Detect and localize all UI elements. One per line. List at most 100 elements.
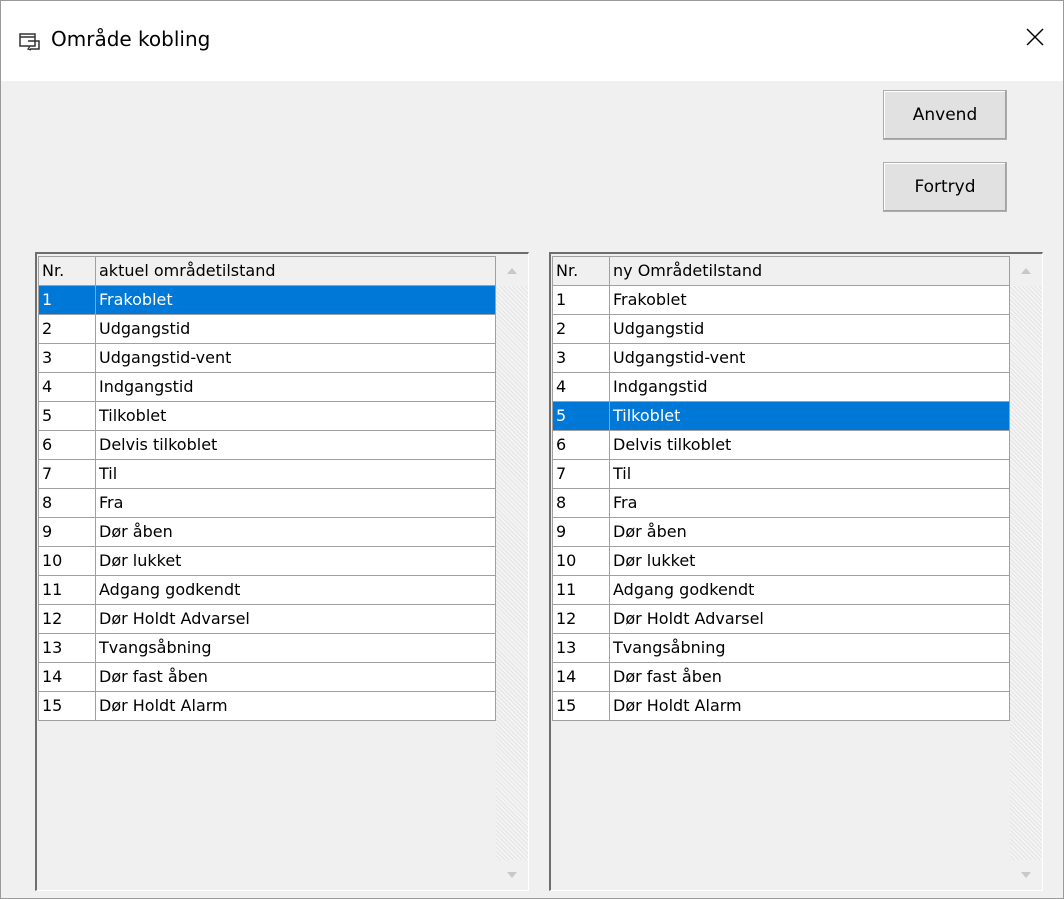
table-row[interactable]: 6 Delvis tilkoblet xyxy=(552,430,1010,460)
column-header-nr[interactable]: Nr. xyxy=(552,256,610,286)
cell-state[interactable]: Til xyxy=(95,459,496,489)
table-row[interactable]: 14 Dør fast åben xyxy=(38,662,496,692)
cancel-button[interactable]: Fortryd xyxy=(883,162,1007,212)
cell-state[interactable]: Tvangsåbning xyxy=(95,633,496,663)
table-row[interactable]: 15 Dør Holdt Alarm xyxy=(38,691,496,721)
table-row[interactable]: 9 Dør åben xyxy=(38,517,496,547)
cell-nr[interactable]: 6 xyxy=(38,430,96,460)
table-row[interactable]: 7 Til xyxy=(552,459,1010,489)
table-row[interactable]: 9 Dør åben xyxy=(552,517,1010,547)
table-row[interactable]: 13 Tvangsåbning xyxy=(552,633,1010,663)
cell-state[interactable]: Indgangstid xyxy=(609,372,1010,402)
table-row[interactable]: 12 Dør Holdt Advarsel xyxy=(38,604,496,634)
table-row[interactable]: 11 Adgang godkendt xyxy=(552,575,1010,605)
new-state-grid[interactable]: Nr. ny Områdetilstand 1 Frakoblet 2 Udgangsti… xyxy=(549,252,1043,891)
cell-state[interactable]: Fra xyxy=(95,488,496,518)
vertical-scrollbar[interactable] xyxy=(496,256,528,890)
table-row[interactable]: 14 Dør fast åben xyxy=(552,662,1010,692)
table-row[interactable]: 5 Tilkoblet xyxy=(552,401,1010,431)
column-header-state[interactable]: aktuel områdetilstand xyxy=(95,256,496,286)
apply-button[interactable]: Anvend xyxy=(883,90,1007,140)
cell-nr[interactable]: 9 xyxy=(552,517,610,547)
cell-nr[interactable]: 5 xyxy=(38,401,96,431)
cell-nr[interactable]: 1 xyxy=(38,285,96,315)
cell-state[interactable]: Dør fast åben xyxy=(95,662,496,692)
cell-state[interactable]: Adgang godkendt xyxy=(95,575,496,605)
table-row[interactable]: 10 Dør lukket xyxy=(38,546,496,576)
column-header-nr[interactable]: Nr. xyxy=(38,256,96,286)
cell-nr[interactable]: 6 xyxy=(552,430,610,460)
table-row[interactable]: 2 Udgangstid xyxy=(552,314,1010,344)
cell-state[interactable]: Udgangstid-vent xyxy=(95,343,496,373)
cell-state[interactable]: Dør lukket xyxy=(95,546,496,576)
cell-state[interactable]: Udgangstid-vent xyxy=(609,343,1010,373)
cell-state[interactable]: Delvis tilkoblet xyxy=(609,430,1010,460)
cell-nr[interactable]: 7 xyxy=(38,459,96,489)
cell-nr[interactable]: 8 xyxy=(552,488,610,518)
cell-state[interactable]: Dør Holdt Advarsel xyxy=(95,604,496,634)
current-state-grid[interactable]: Nr. aktuel områdetilstand 1 Frakoblet 2 Udgan… xyxy=(35,252,529,891)
scroll-up-button[interactable] xyxy=(1010,256,1042,286)
table-row[interactable]: 3 Udgangstid-vent xyxy=(552,343,1010,373)
cell-nr[interactable]: 5 xyxy=(552,401,610,431)
table-row[interactable]: 2 Udgangstid xyxy=(38,314,496,344)
cell-nr[interactable]: 11 xyxy=(38,575,96,605)
cell-nr[interactable]: 4 xyxy=(38,372,96,402)
cell-nr[interactable]: 2 xyxy=(38,314,96,344)
cell-state[interactable]: Udgangstid xyxy=(95,314,496,344)
cell-nr[interactable]: 9 xyxy=(38,517,96,547)
cell-state[interactable]: Frakoblet xyxy=(95,285,496,315)
table-row[interactable]: 4 Indgangstid xyxy=(552,372,1010,402)
cell-nr[interactable]: 3 xyxy=(38,343,96,373)
cell-state[interactable]: Dør fast åben xyxy=(609,662,1010,692)
cell-nr[interactable]: 15 xyxy=(552,691,610,721)
cell-nr[interactable]: 12 xyxy=(552,604,610,634)
scroll-down-button[interactable] xyxy=(496,860,528,890)
table-row[interactable]: 11 Adgang godkendt xyxy=(38,575,496,605)
column-header-state[interactable]: ny Områdetilstand xyxy=(609,256,1010,286)
cell-nr[interactable]: 14 xyxy=(552,662,610,692)
table-row[interactable]: 1 Frakoblet xyxy=(38,285,496,315)
cell-state[interactable]: Fra xyxy=(609,488,1010,518)
cell-nr[interactable]: 13 xyxy=(38,633,96,663)
table-row[interactable]: 4 Indgangstid xyxy=(38,372,496,402)
table-row[interactable]: 6 Delvis tilkoblet xyxy=(38,430,496,460)
cell-state[interactable]: Til xyxy=(609,459,1010,489)
cell-nr[interactable]: 4 xyxy=(552,372,610,402)
cell-nr[interactable]: 10 xyxy=(552,546,610,576)
table-row[interactable]: 5 Tilkoblet xyxy=(38,401,496,431)
cell-state[interactable]: Frakoblet xyxy=(609,285,1010,315)
cell-nr[interactable]: 2 xyxy=(552,314,610,344)
table-row[interactable]: 1 Frakoblet xyxy=(552,285,1010,315)
cell-state[interactable]: Indgangstid xyxy=(95,372,496,402)
cell-state[interactable]: Dør åben xyxy=(609,517,1010,547)
cell-nr[interactable]: 7 xyxy=(552,459,610,489)
table-row[interactable]: 7 Til xyxy=(38,459,496,489)
table-row[interactable]: 15 Dør Holdt Alarm xyxy=(552,691,1010,721)
cell-state[interactable]: Tvangsåbning xyxy=(609,633,1010,663)
scroll-up-button[interactable] xyxy=(496,256,528,286)
vertical-scrollbar[interactable] xyxy=(1010,256,1042,890)
scroll-down-button[interactable] xyxy=(1010,860,1042,890)
table-row[interactable]: 3 Udgangstid-vent xyxy=(38,343,496,373)
cell-nr[interactable]: 13 xyxy=(552,633,610,663)
cell-nr[interactable]: 12 xyxy=(38,604,96,634)
cell-nr[interactable]: 10 xyxy=(38,546,96,576)
cell-state[interactable]: Dør Holdt Alarm xyxy=(609,691,1010,721)
cell-nr[interactable]: 15 xyxy=(38,691,96,721)
cell-state[interactable]: Dør Holdt Advarsel xyxy=(609,604,1010,634)
cell-state[interactable]: Dør Holdt Alarm xyxy=(95,691,496,721)
cell-state[interactable]: Dør lukket xyxy=(609,546,1010,576)
cell-state[interactable]: Delvis tilkoblet xyxy=(95,430,496,460)
cell-state[interactable]: Adgang godkendt xyxy=(609,575,1010,605)
cell-state[interactable]: Tilkoblet xyxy=(95,401,496,431)
cell-state[interactable]: Dør åben xyxy=(95,517,496,547)
table-row[interactable]: 12 Dør Holdt Advarsel xyxy=(552,604,1010,634)
table-row[interactable]: 8 Fra xyxy=(552,488,1010,518)
cell-nr[interactable]: 1 xyxy=(552,285,610,315)
table-row[interactable]: 10 Dør lukket xyxy=(552,546,1010,576)
table-row[interactable]: 8 Fra xyxy=(38,488,496,518)
close-button[interactable] xyxy=(1007,13,1063,65)
cell-state[interactable]: Tilkoblet xyxy=(609,401,1010,431)
cell-nr[interactable]: 11 xyxy=(552,575,610,605)
